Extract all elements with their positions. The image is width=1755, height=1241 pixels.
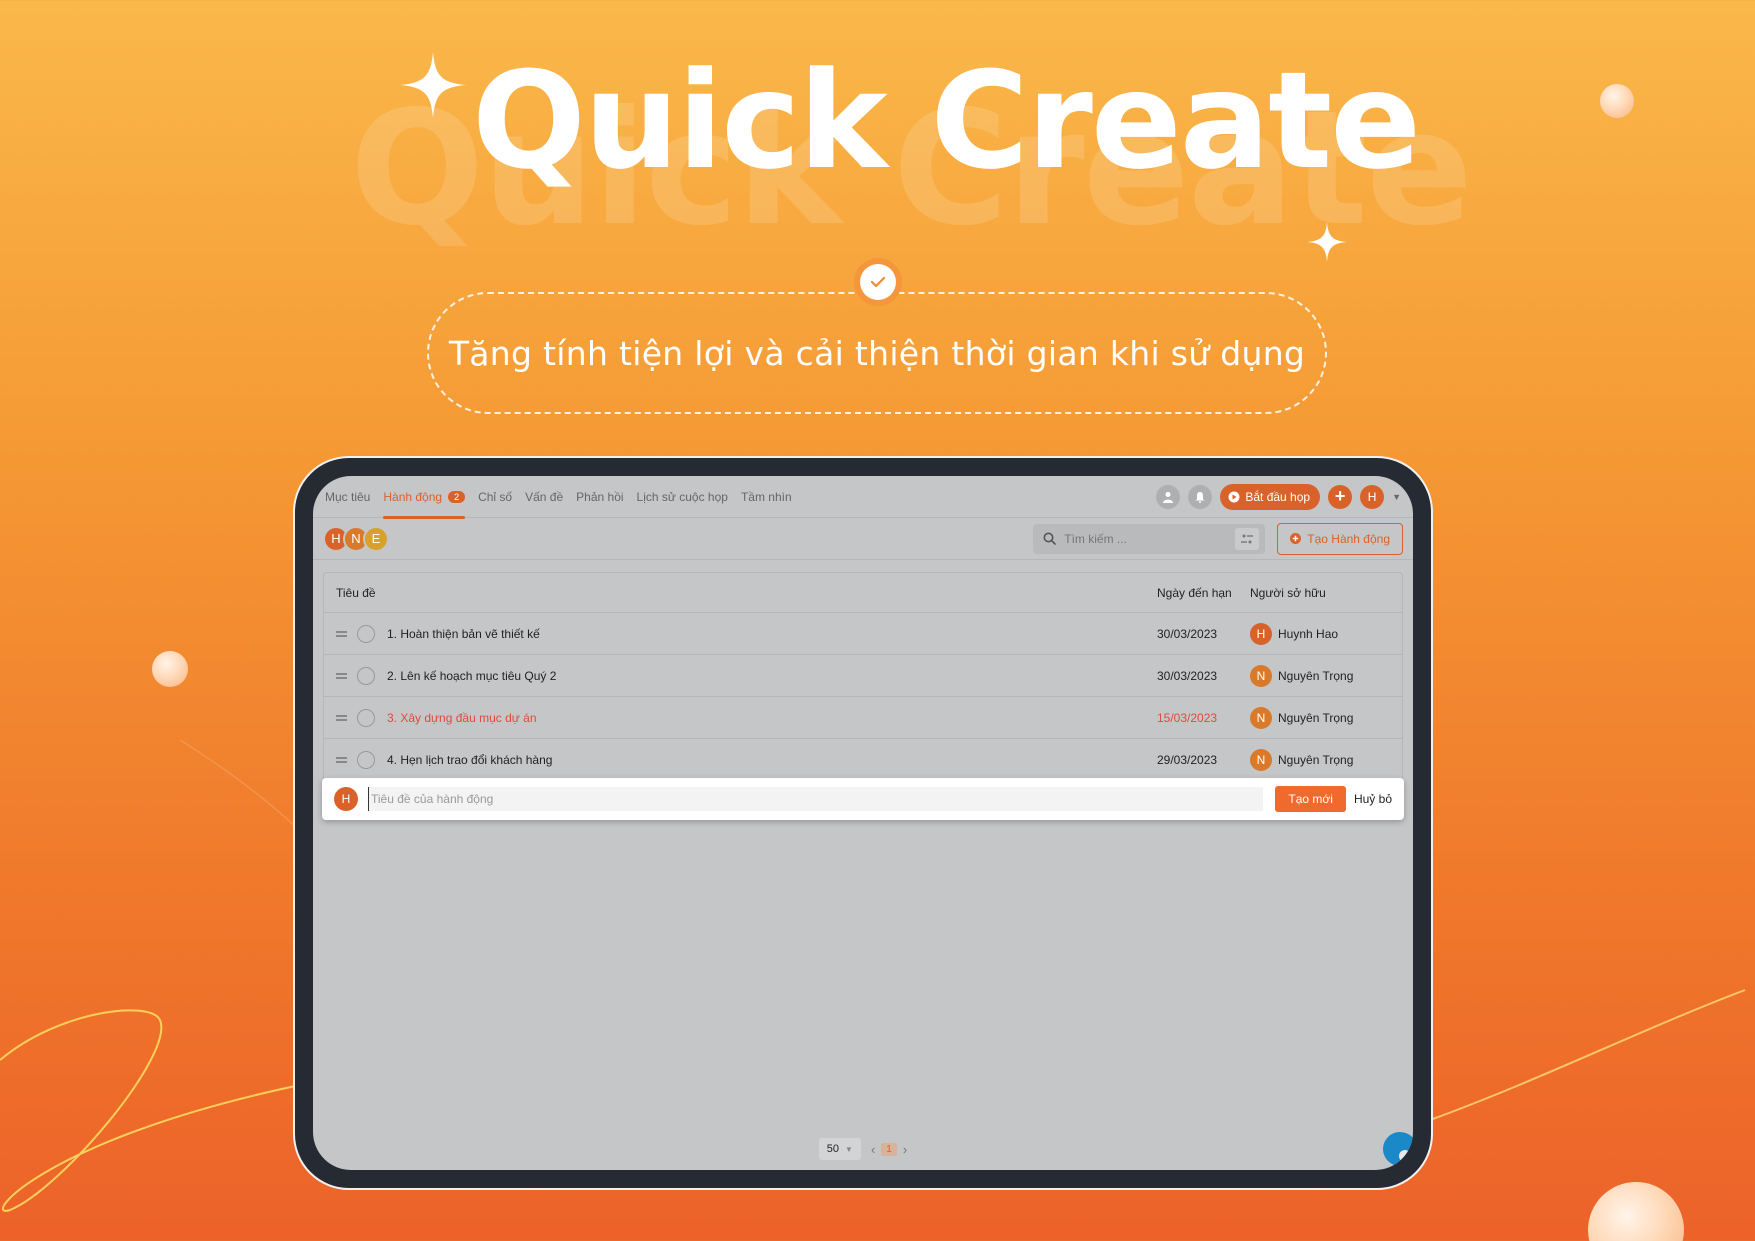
avatar[interactable]: E: [363, 525, 389, 552]
action-count-badge: 2: [448, 490, 466, 503]
complete-checkbox[interactable]: [357, 708, 375, 727]
toolbar: H N E Tìm kiếm ... Tạo Hành động: [313, 518, 1413, 560]
tab-objectives[interactable]: Mục tiêu: [325, 476, 370, 518]
table-header: Tiêu đề Ngày đến hạn Người sở hữu: [324, 573, 1402, 613]
table-row[interactable]: 3. Xây dựng đầu mục dự án 15/03/2023 N N…: [324, 697, 1402, 739]
create-button[interactable]: Tạo mới: [1275, 786, 1346, 812]
tab-metrics[interactable]: Chỉ số: [478, 476, 512, 518]
start-meeting-button[interactable]: Bắt đầu họp: [1220, 483, 1321, 510]
plus-circle-icon: [1290, 533, 1302, 544]
play-icon: [1228, 491, 1240, 502]
tab-issues[interactable]: Vấn đề: [525, 476, 563, 518]
owner-name[interactable]: Nguyên Trọng: [1278, 711, 1353, 725]
tab-feedback[interactable]: Phản hồi: [576, 476, 623, 518]
due-date[interactable]: 30/03/2023: [1157, 669, 1250, 683]
pagination: 50 ▼ ‹ 1 ›: [313, 1138, 1413, 1160]
drag-handle-icon[interactable]: [336, 757, 347, 763]
page-size-select[interactable]: 50 ▼: [818, 1138, 861, 1160]
current-page[interactable]: 1: [881, 1142, 897, 1156]
action-title[interactable]: 2. Lên kế hoạch mục tiêu Quý 2: [387, 669, 556, 683]
tab-meeting-history[interactable]: Lịch sử cuộc họp: [637, 476, 728, 518]
avatar: H: [334, 787, 358, 811]
bell-icon[interactable]: [1188, 484, 1213, 509]
drag-handle-icon[interactable]: [336, 672, 347, 679]
owner-name[interactable]: Nguyên Trọng: [1278, 753, 1353, 767]
due-date[interactable]: 15/03/2023: [1157, 711, 1250, 725]
check-icon: [860, 264, 896, 300]
drag-handle-icon[interactable]: [336, 630, 347, 637]
avatar[interactable]: H: [1360, 484, 1385, 509]
add-button[interactable]: +: [1328, 484, 1353, 509]
search-placeholder: Tìm kiếm ...: [1064, 531, 1127, 546]
chevron-left-icon[interactable]: ‹: [871, 1142, 875, 1157]
filter-icon[interactable]: [1235, 527, 1260, 550]
member-avatars[interactable]: H N E: [323, 525, 389, 552]
app-screen: Mục tiêu Hành động 2 Chỉ số Vấn đề Phản …: [313, 476, 1413, 1170]
action-title-input[interactable]: [368, 787, 1264, 811]
sparkle-icon: [400, 52, 466, 118]
complete-checkbox[interactable]: [357, 751, 375, 769]
chevron-down-icon: ▼: [845, 1144, 853, 1154]
avatar: N: [1250, 749, 1272, 771]
action-title[interactable]: 3. Xây dựng đầu mục dự án: [387, 711, 537, 725]
decorative-bubble: [152, 651, 188, 687]
owner-name[interactable]: Nguyên Trọng: [1278, 669, 1353, 683]
sparkle-icon: [1307, 222, 1347, 262]
top-nav: Mục tiêu Hành động 2 Chỉ số Vấn đề Phản …: [313, 476, 1413, 519]
nav-actions: Bắt đầu họp + H ▼: [1156, 483, 1401, 510]
cancel-button[interactable]: Huỷ bỏ: [1354, 792, 1392, 806]
quick-create-row: H Tạo mới Huỷ bỏ: [322, 778, 1404, 820]
tagline-text: Tăng tính tiện lợi và cải thiện thời gia…: [448, 333, 1306, 373]
decorative-bubble: [1600, 84, 1634, 118]
tab-vision[interactable]: Tầm nhìn: [741, 476, 792, 518]
decorative-bubble: [1588, 1182, 1684, 1241]
actions-table: Tiêu đề Ngày đến hạn Người sở hữu 1. Hoà…: [322, 572, 1404, 820]
due-date[interactable]: 30/03/2023: [1157, 627, 1250, 641]
hero-title: Quick Create: [472, 43, 1421, 199]
search-input[interactable]: Tìm kiếm ...: [1033, 523, 1266, 554]
column-title[interactable]: Tiêu đề: [324, 586, 1157, 600]
chat-support-icon[interactable]: [1383, 1132, 1413, 1166]
drag-handle-icon[interactable]: [336, 714, 347, 721]
avatar: H: [1250, 622, 1272, 645]
column-due-date[interactable]: Ngày đến hạn: [1157, 586, 1250, 600]
user-icon[interactable]: [1156, 484, 1181, 509]
action-title[interactable]: 1. Hoàn thiện bản vẽ thiết kế: [387, 627, 540, 641]
chevron-right-icon[interactable]: ›: [903, 1142, 907, 1157]
column-owner[interactable]: Người sở hữu: [1250, 586, 1402, 600]
tablet-frame: Mục tiêu Hành động 2 Chỉ số Vấn đề Phản …: [293, 456, 1433, 1190]
avatar: N: [1250, 706, 1272, 729]
table-row[interactable]: 2. Lên kế hoạch mục tiêu Quý 2 30/03/202…: [324, 655, 1402, 697]
create-action-button[interactable]: Tạo Hành động: [1277, 522, 1403, 555]
chevron-down-icon[interactable]: ▼: [1392, 492, 1401, 502]
avatar: N: [1250, 664, 1272, 687]
table-row[interactable]: 4. Hẹn lịch trao đổi khách hàng 29/03/20…: [324, 739, 1402, 781]
owner-name[interactable]: Huynh Hao: [1278, 627, 1338, 641]
table-row[interactable]: 1. Hoàn thiện bản vẽ thiết kế 30/03/2023…: [324, 613, 1402, 655]
search-icon: [1043, 532, 1057, 545]
action-title[interactable]: 4. Hẹn lịch trao đổi khách hàng: [387, 753, 552, 767]
complete-checkbox[interactable]: [357, 666, 375, 685]
tagline-frame: Tăng tính tiện lợi và cải thiện thời gia…: [427, 292, 1327, 414]
tab-actions[interactable]: Hành động 2: [383, 476, 466, 519]
complete-checkbox[interactable]: [357, 624, 375, 643]
due-date[interactable]: 29/03/2023: [1157, 753, 1250, 767]
